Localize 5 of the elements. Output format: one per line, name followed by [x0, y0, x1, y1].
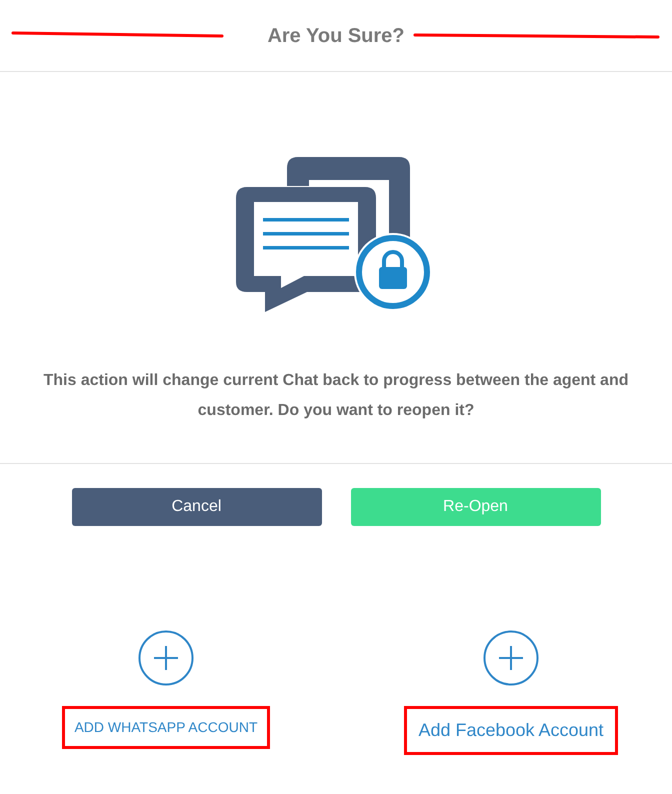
cancel-button[interactable]: Cancel	[72, 488, 322, 526]
add-account-link[interactable]: ADD WHATSAPP ACCOUNT	[62, 706, 270, 749]
confirmation-message: This action will change current Chat back to progress between the agent and customer. Do you want to reopen it?	[42, 371, 630, 421]
add-account-link[interactable]: Add Facebook Account	[404, 706, 618, 755]
dialog-title: Are You Sure?	[267, 24, 405, 48]
